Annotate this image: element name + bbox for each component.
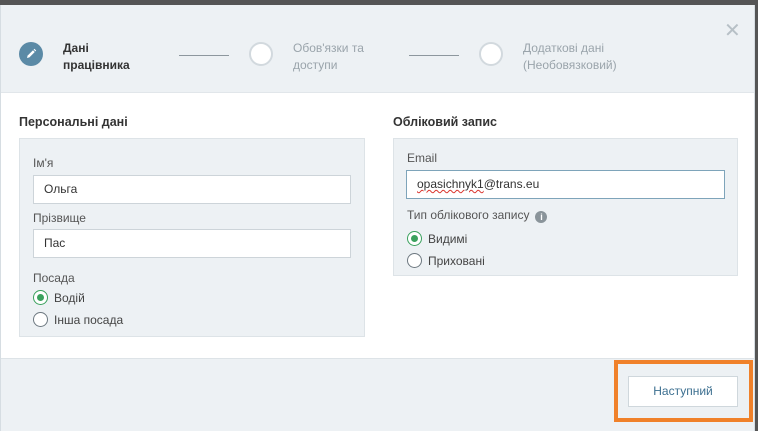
first-name-label: Ім'я <box>33 156 54 170</box>
account-type-radio-hidden[interactable]: Приховані <box>407 253 485 268</box>
step-connector <box>409 55 459 56</box>
next-button[interactable]: Наступний <box>628 376 738 407</box>
radio-checked-icon <box>33 290 48 305</box>
pencil-icon <box>27 48 37 58</box>
info-icon[interactable]: i <box>535 211 548 223</box>
last-name-label: Прізвище <box>33 211 86 225</box>
position-other-label: Інша посада <box>54 312 124 327</box>
first-name-input[interactable]: Ольга <box>33 175 351 204</box>
account-panel: Email opasichnyk1@trans.eu Тип обліковог… <box>393 138 738 276</box>
position-driver-label: Водій <box>54 290 85 305</box>
personal-section-title: Персональні дані <box>19 115 128 129</box>
account-type-row: Тип облікового запису i <box>407 208 548 223</box>
position-radio-other[interactable]: Інша посада <box>33 312 123 327</box>
step-1-label: Дані працівника <box>63 41 130 72</box>
account-section-title: Обліковий запис <box>393 115 497 129</box>
email-input[interactable]: opasichnyk1@trans.eu <box>406 170 725 199</box>
step-duties-access[interactable]: Обов'язки та доступи <box>249 40 433 74</box>
account-type-label: Тип облікового запису <box>407 208 530 222</box>
last-name-input[interactable]: Пас <box>33 229 351 258</box>
step-2-label: Обов'язки та доступи <box>293 41 364 72</box>
email-domain-part: @trans.eu <box>483 177 540 191</box>
step-additional-data[interactable]: Додаткові дані (Необовязковий) <box>479 40 663 74</box>
step-1-indicator <box>19 42 43 66</box>
personal-panel: Ім'я Ольга Прізвище Пас Посада Водій Інш… <box>19 138 365 337</box>
email-misspelled-part: opasichnyk1 <box>417 177 484 191</box>
radio-unchecked-icon <box>407 253 422 268</box>
email-label: Email <box>407 151 438 165</box>
radio-unchecked-icon <box>33 312 48 327</box>
step-3-label: Додаткові дані (Необовязковий) <box>523 41 617 72</box>
account-type-radio-visible[interactable]: Видимі <box>407 231 467 246</box>
step-employee-data[interactable]: Дані працівника <box>19 40 203 74</box>
stepper: Дані працівника Обов'язки та доступи Дод… <box>1 5 754 93</box>
position-radio-driver[interactable]: Водій <box>33 290 85 305</box>
account-type-hidden-label: Приховані <box>428 253 485 268</box>
step-connector <box>179 55 229 56</box>
step-2-indicator <box>249 42 273 66</box>
position-label: Посада <box>33 271 75 285</box>
account-type-visible-label: Видимі <box>428 231 468 246</box>
radio-checked-icon <box>407 231 422 246</box>
step-3-indicator <box>479 42 503 66</box>
close-icon[interactable]: ✕ <box>724 21 741 41</box>
